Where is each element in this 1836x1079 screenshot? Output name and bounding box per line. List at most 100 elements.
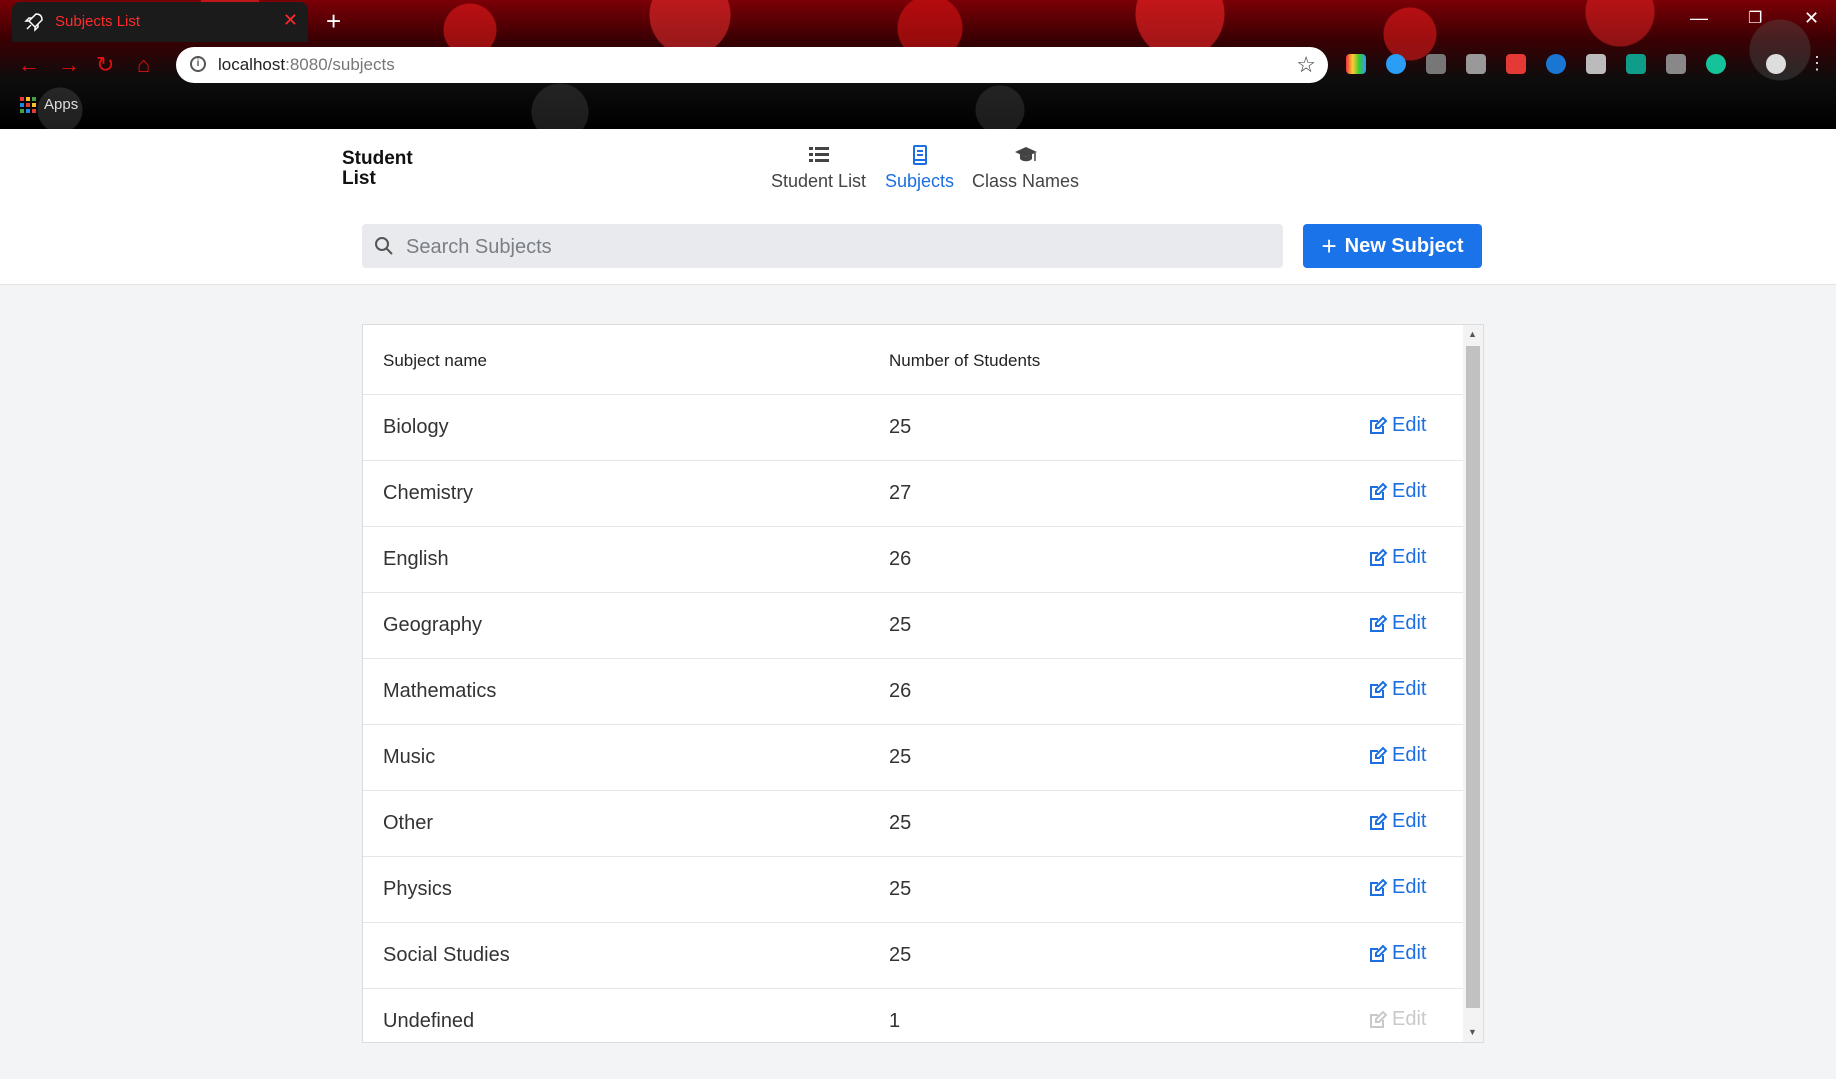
grammarly-icon[interactable] [1706,54,1726,74]
react-extension-icon[interactable] [1546,54,1566,74]
nav-label: Subjects [885,171,955,191]
nav-student-list[interactable]: Student List [771,143,866,192]
edit-button[interactable]: Edit [1368,546,1426,569]
book-icon [912,145,927,165]
search-box[interactable] [362,224,1283,270]
home-icon[interactable]: ⌂ [137,52,150,78]
graduation-cap-icon [1014,147,1037,162]
new-subject-button[interactable]: + New Subject [1303,224,1482,268]
edit-icon [1370,878,1388,896]
close-window-icon[interactable]: ✕ [1804,8,1819,29]
browser-chrome: Subjects List ✕ + — ❐ ✕ ← → ↻ ⌂ i localh… [0,0,1836,129]
plus-icon: + [1321,231,1337,261]
edit-icon [1370,746,1388,764]
subjects-table: Subject name Number of Students Biology 2… [362,324,1484,1043]
header-subject-name: Subject name [383,351,487,370]
student-count-cell: 1 [889,1010,901,1032]
close-tab-icon[interactable]: ✕ [283,10,298,31]
edit-button[interactable]: Edit [1368,1008,1426,1031]
edit-button[interactable]: Edit [1368,744,1426,767]
edit-label: Edit [1392,810,1427,832]
table-header: Subject name Number of Students [363,325,1463,395]
scrollbar[interactable]: ▲ ▼ [1463,325,1483,1042]
edit-icon [1370,680,1388,698]
url-text: localhost:8080/subjects [218,55,395,75]
student-count-cell: 25 [889,746,912,768]
table-row: Geography 25 Edit [363,592,1463,659]
list-icon [808,147,829,162]
edit-button[interactable]: Edit [1368,612,1426,635]
edit-label: Edit [1392,744,1427,766]
edit-label: Edit [1392,414,1427,436]
subject-name-cell: Other [383,812,434,834]
edit-button[interactable]: Edit [1368,942,1426,965]
arrow-extension-icon[interactable] [1506,54,1526,74]
table-row: Chemistry 27 Edit [363,460,1463,527]
url-path: :8080/subjects [285,55,395,74]
bookmark-star-icon[interactable]: ☆ [1296,52,1316,78]
profile-avatar-icon[interactable] [1766,54,1786,74]
subject-name-cell: English [383,548,449,570]
table-row: Other 25 Edit [363,790,1463,857]
nav-label: Class Names [972,171,1080,191]
student-count-cell: 25 [889,614,912,636]
scrollbar-thumb[interactable] [1466,346,1480,1008]
info-icon[interactable]: i [190,56,206,72]
font-extension-icon[interactable] [1586,54,1606,74]
new-subject-label: New Subject [1344,234,1464,257]
edit-button[interactable]: Edit [1368,678,1426,701]
address-bar[interactable]: i localhost:8080/subjects ☆ [176,47,1328,83]
reload-icon[interactable]: ↻ [96,52,114,78]
student-count-cell: 25 [889,944,912,966]
edit-button[interactable]: Edit [1368,480,1426,503]
cloud-extension-icon[interactable] [1386,54,1406,74]
student-count-cell: 26 [889,680,912,702]
brand-title[interactable]: Student List [342,149,422,189]
restore-icon[interactable]: ❐ [1748,8,1762,28]
bag-extension-icon[interactable] [1666,54,1686,74]
header-number-of-students: Number of Students [889,351,1041,370]
subject-name-cell: Physics [383,878,452,900]
table-row: English 26 Edit [363,526,1463,593]
table-row: Undefined 1 Edit [363,988,1463,1042]
subject-name-cell: Geography [383,614,482,636]
edit-button[interactable]: Edit [1368,810,1426,833]
s-extension-icon[interactable] [1626,54,1646,74]
app-header: Student List Student List Subjects Class… [0,129,1836,285]
edit-button[interactable]: Edit [1368,414,1426,437]
search-input[interactable] [404,224,1268,270]
subject-name-cell: Chemistry [383,482,474,504]
edit-label: Edit [1392,612,1427,634]
minimize-icon[interactable]: — [1690,8,1708,29]
student-count-cell: 25 [889,812,912,834]
omega-extension-icon[interactable] [1466,54,1486,74]
apps-bookmark[interactable]: Apps [20,96,78,113]
table-row: Music 25 Edit [363,724,1463,791]
new-tab-icon[interactable]: + [326,6,341,37]
edit-label: Edit [1392,1008,1427,1030]
subject-name-cell: Undefined [383,1010,475,1032]
scroll-down-icon[interactable]: ▼ [1468,1027,1477,1037]
edit-label: Edit [1392,546,1427,568]
menu-dots-icon[interactable]: ⋮ [1808,54,1826,74]
tab-title: Subjects List [55,13,141,30]
browser-tab[interactable]: Subjects List ✕ [12,2,308,42]
nav-class-names[interactable]: Class Names [972,143,1079,192]
color-picker-extension-icon[interactable] [1346,54,1366,74]
edit-icon [1370,416,1388,434]
apps-label: Apps [44,96,79,113]
apps-grid-icon [20,96,36,113]
edit-icon [1370,1010,1388,1028]
subject-name-cell: Mathematics [383,680,497,702]
scroll-up-icon[interactable]: ▲ [1468,329,1477,339]
edit-icon [1370,548,1388,566]
back-icon[interactable]: ← [18,52,40,78]
page-extension-icon[interactable] [1426,54,1446,74]
table-row: Physics 25 Edit [363,856,1463,923]
forward-icon[interactable]: → [58,52,80,78]
table-row: Mathematics 26 Edit [363,658,1463,725]
student-count-cell: 27 [889,482,912,504]
nav-subjects[interactable]: Subjects [885,143,954,192]
edit-button[interactable]: Edit [1368,876,1426,899]
edit-icon [1370,614,1388,632]
